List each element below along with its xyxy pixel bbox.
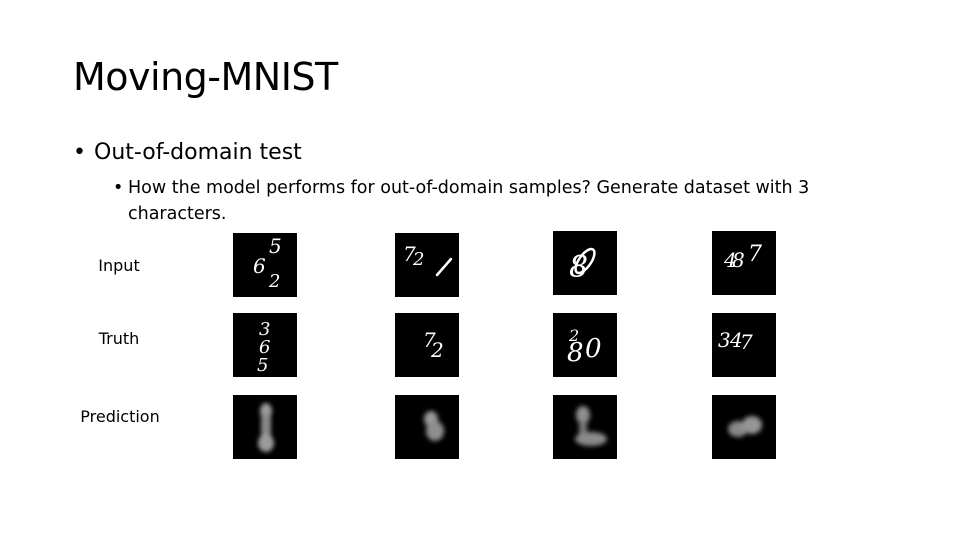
prediction-image-1 (233, 395, 297, 459)
svg-text:2: 2 (268, 271, 280, 292)
svg-text:5: 5 (269, 234, 282, 258)
bullet-level-1: • Out-of-domain test (73, 140, 302, 165)
truth-image-4: 347 (712, 313, 776, 377)
svg-text:8: 8 (569, 250, 588, 285)
row-label-truth: Truth (98, 329, 140, 348)
svg-text:2: 2 (430, 338, 444, 362)
prediction-image-4 (712, 395, 776, 459)
bullet-level-2: • How the model performs for out-of-doma… (113, 175, 893, 227)
input-image-3: 8 (553, 231, 617, 295)
svg-text:7: 7 (748, 242, 762, 267)
prediction-image-3 (553, 395, 617, 459)
input-image-4: 487 (712, 231, 776, 295)
svg-text:5: 5 (257, 355, 268, 376)
bullet-text: How the model performs for out-of-domain… (128, 178, 810, 224)
svg-text:0: 0 (585, 334, 602, 364)
row-label-input: Input (98, 256, 140, 275)
truth-image-3: 280 (553, 313, 617, 377)
input-image-1: 562 (233, 233, 297, 297)
bullet-icon: • (113, 178, 124, 198)
truth-image-1: 365 (233, 313, 297, 377)
truth-image-2: 72 (395, 313, 459, 377)
row-label-prediction: Prediction (80, 407, 160, 426)
svg-text:8: 8 (732, 248, 745, 272)
svg-text:3: 3 (718, 328, 731, 352)
svg-text:8: 8 (567, 338, 584, 368)
bullet-text: Out-of-domain test (94, 140, 302, 165)
prediction-image-2 (395, 395, 459, 459)
svg-text:6: 6 (253, 254, 266, 278)
svg-text:7: 7 (740, 330, 753, 354)
slide-title: Moving-MNIST (73, 55, 338, 99)
bullet-icon: • (73, 140, 86, 165)
input-image-2: 72 (395, 233, 459, 297)
svg-text:2: 2 (412, 249, 424, 270)
